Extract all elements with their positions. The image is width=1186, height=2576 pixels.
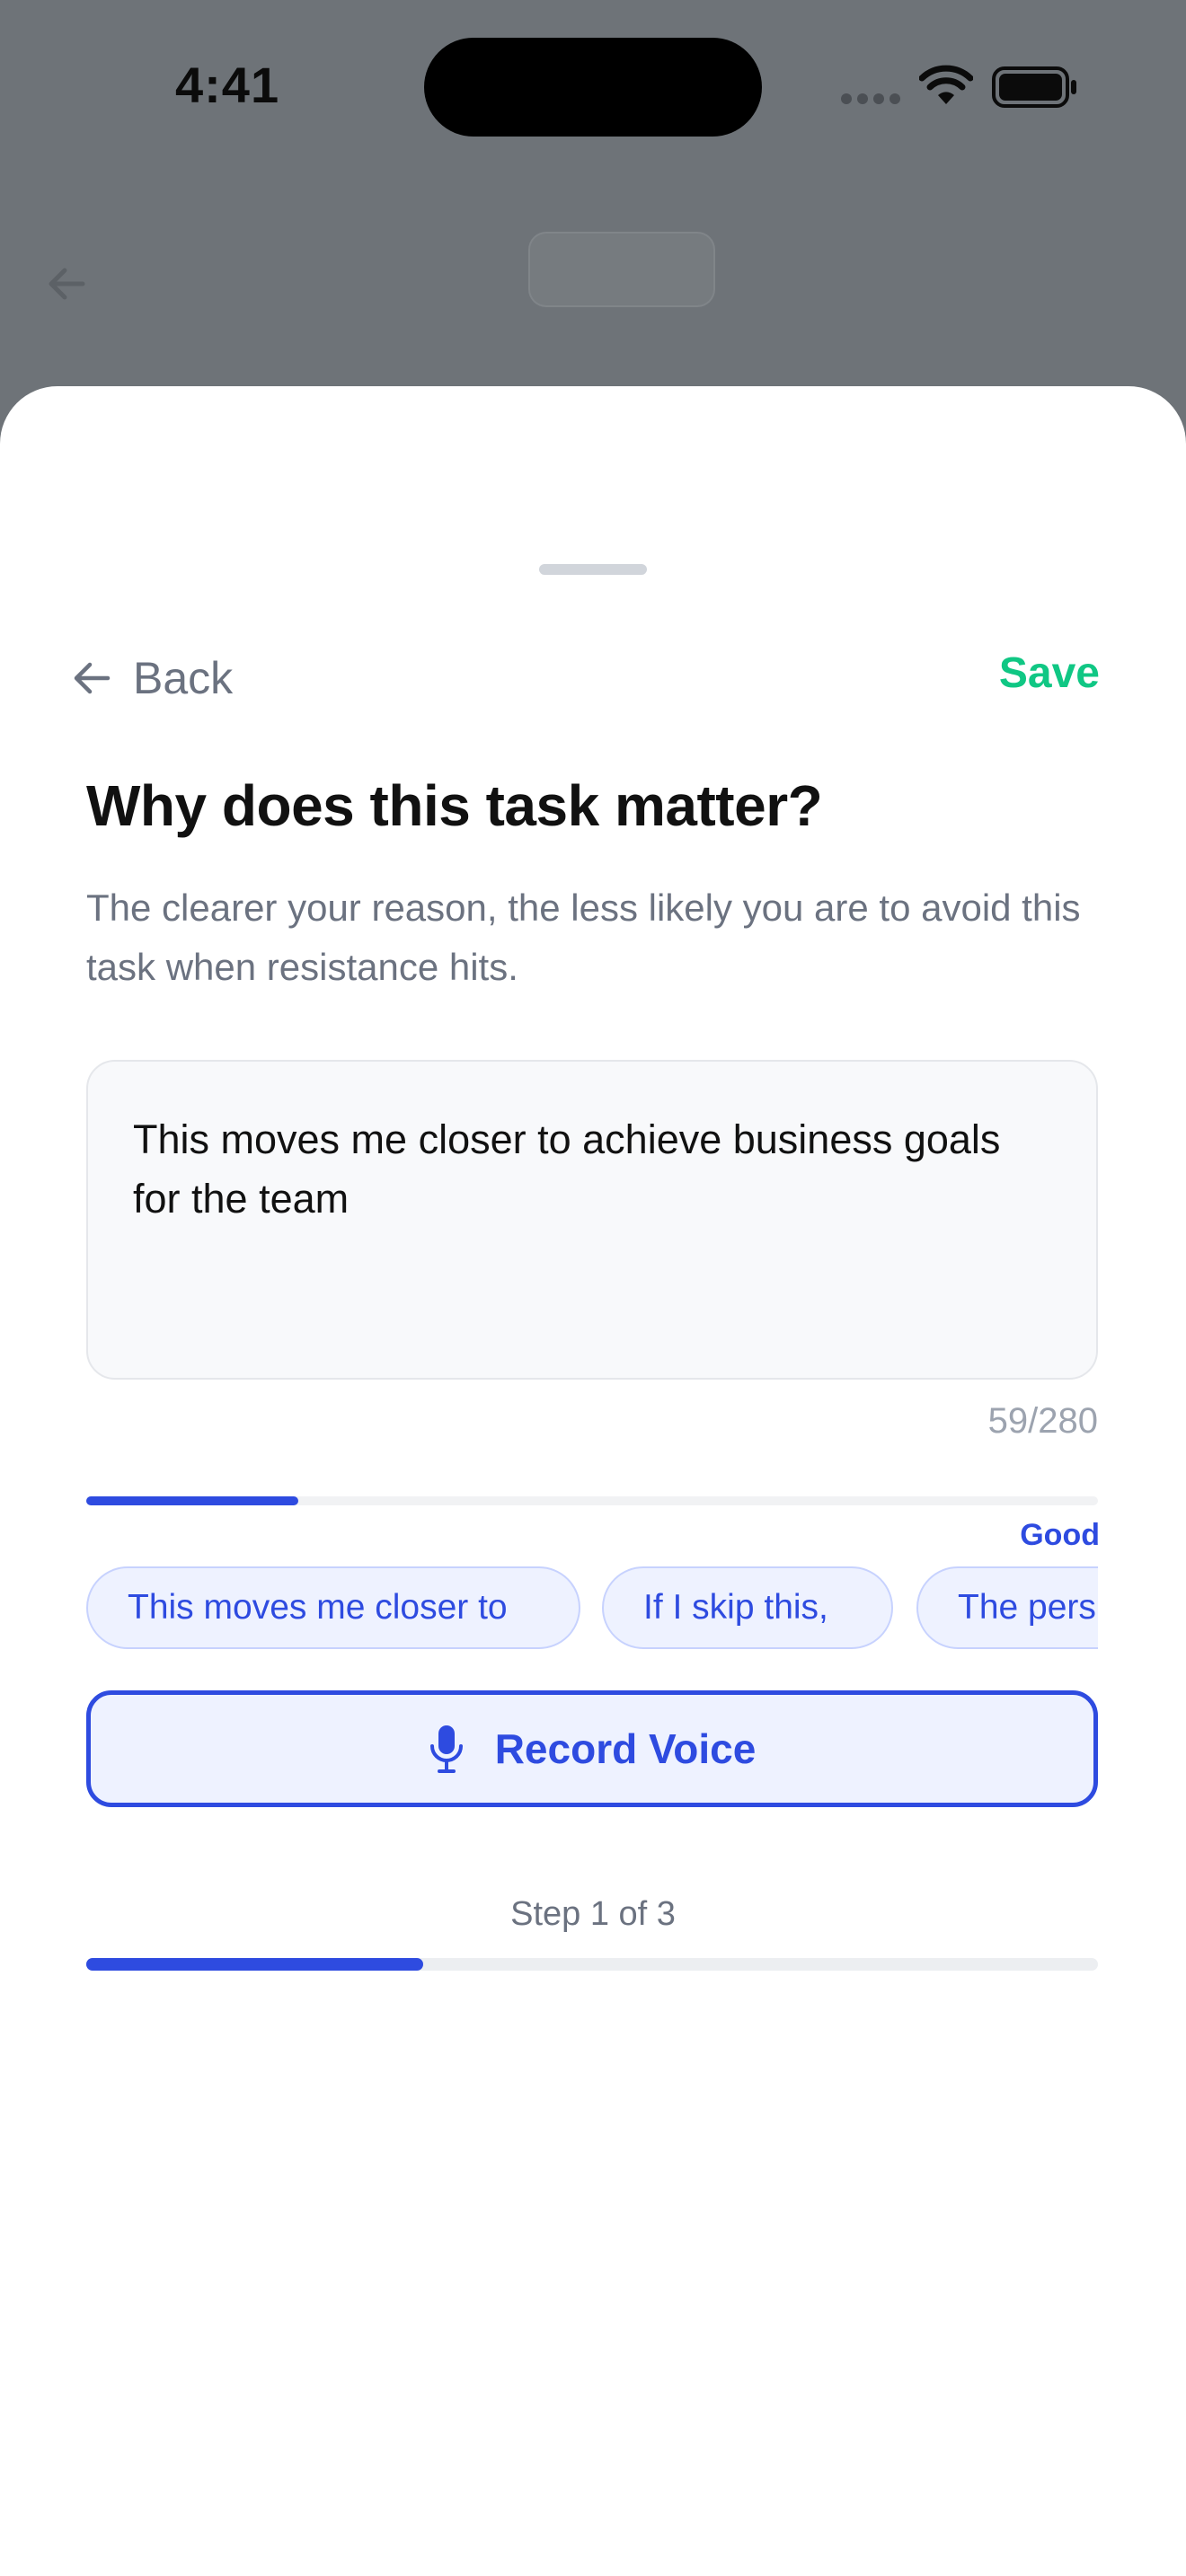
back-button[interactable]: Back xyxy=(70,647,233,710)
page-subtitle: The clearer your reason, the less likely… xyxy=(86,887,1081,988)
reason-strength-meter xyxy=(86,1496,1098,1505)
reason-strength-fill xyxy=(86,1496,299,1505)
record-voice-button[interactable]: Record Voice xyxy=(86,1690,1098,1807)
back-button-label: Back xyxy=(133,653,234,703)
step-progress-fill xyxy=(86,1958,424,1971)
arrow-left-icon xyxy=(70,657,113,700)
wifi-icon xyxy=(919,65,973,104)
status-bar: 4:41 xyxy=(0,0,1186,171)
suggestion-chip[interactable]: The pers xyxy=(916,1566,1098,1649)
step-indicator-label: Step 1 of 3 xyxy=(510,1895,676,1933)
background-pill xyxy=(528,232,715,307)
record-voice-label: Record Voice xyxy=(494,1725,757,1772)
suggestion-chip[interactable]: This moves me closer to xyxy=(86,1566,580,1649)
suggestion-chips-row[interactable]: This moves me closer to If I skip this, … xyxy=(86,1566,1098,1656)
microphone-icon xyxy=(429,1724,465,1774)
save-button[interactable]: Save xyxy=(999,648,1100,698)
reason-textarea[interactable]: This moves me closer to achieve business… xyxy=(86,1060,1098,1380)
dynamic-island xyxy=(424,38,762,137)
reason-bottom-sheet: Back Save Why does this task matter? The… xyxy=(0,386,1186,2576)
background-back-arrow-icon xyxy=(49,268,85,300)
suggestion-chip[interactable]: If I skip this, xyxy=(602,1566,893,1649)
battery-icon xyxy=(992,66,1076,108)
page-title: Why does this task matter? xyxy=(86,773,823,838)
reason-strength-label: Good xyxy=(1020,1518,1100,1552)
cellular-signal-icon xyxy=(841,93,900,104)
reason-text-value: This moves me closer to achieve business… xyxy=(133,1116,1001,1222)
character-count: 59/280 xyxy=(987,1401,1098,1441)
sheet-grabber[interactable] xyxy=(539,564,647,575)
status-time: 4:41 xyxy=(175,57,280,113)
step-progress-bar xyxy=(86,1958,1098,1971)
